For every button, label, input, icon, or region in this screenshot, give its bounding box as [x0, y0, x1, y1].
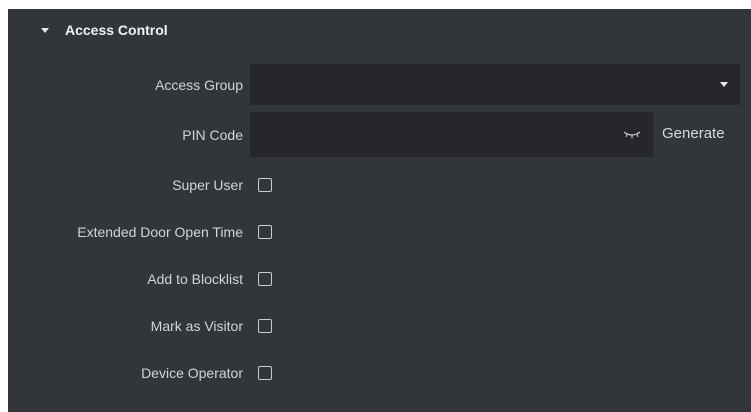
- extended-door-open-time-checkbox[interactable]: [258, 225, 272, 239]
- extended-door-open-time-label: Extended Door Open Time: [77, 224, 243, 240]
- super-user-checkbox[interactable]: [258, 178, 272, 192]
- access-group-select[interactable]: [250, 64, 740, 105]
- super-user-label: Super User: [172, 177, 243, 193]
- device-operator-label: Device Operator: [141, 365, 243, 381]
- access-control-panel: Access Control Access Group PIN Code Gen…: [8, 9, 751, 412]
- chevron-down-icon[interactable]: [720, 82, 728, 87]
- eye-closed-icon[interactable]: [623, 128, 641, 140]
- pin-code-label: PIN Code: [182, 127, 243, 143]
- mark-as-visitor-label: Mark as Visitor: [150, 318, 243, 334]
- access-group-label: Access Group: [155, 77, 243, 93]
- pin-code-field[interactable]: [250, 112, 653, 157]
- device-operator-checkbox[interactable]: [258, 366, 272, 380]
- add-to-blocklist-checkbox[interactable]: [258, 272, 272, 286]
- caret-down-icon[interactable]: [41, 28, 49, 33]
- mark-as-visitor-checkbox[interactable]: [258, 319, 272, 333]
- section-header[interactable]: Access Control: [8, 9, 751, 53]
- generate-button[interactable]: Generate: [662, 125, 725, 142]
- pin-code-input[interactable]: [250, 112, 610, 157]
- add-to-blocklist-label: Add to Blocklist: [147, 271, 243, 287]
- section-title: Access Control: [65, 22, 168, 38]
